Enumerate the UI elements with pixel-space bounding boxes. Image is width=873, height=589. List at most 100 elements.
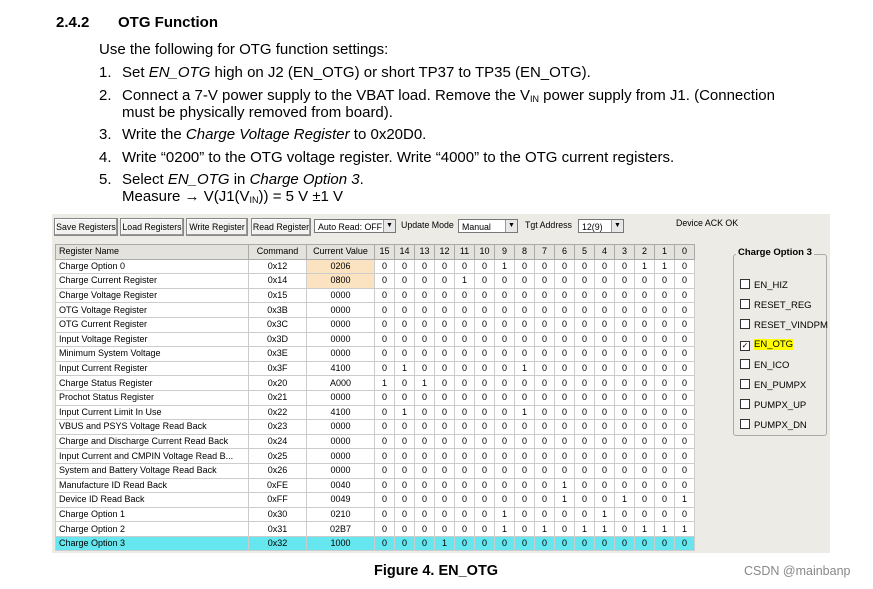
bit-cell[interactable]: 0 xyxy=(454,419,475,435)
bit-cell[interactable]: 0 xyxy=(454,360,475,377)
bit-cell[interactable]: 0 xyxy=(614,535,635,552)
bit-cell[interactable]: 0 xyxy=(554,419,575,435)
bit-cell[interactable]: 0 xyxy=(674,433,695,450)
bit-cell[interactable]: 0 xyxy=(494,419,515,435)
command-cell[interactable]: 0x3F xyxy=(248,360,307,377)
bit-cell[interactable]: 1 xyxy=(374,375,395,391)
current-value-cell[interactable]: 0000 xyxy=(306,316,375,333)
register-name-cell[interactable]: Charge Option 1 xyxy=(55,506,249,523)
bit-cell[interactable]: 0 xyxy=(374,346,395,362)
current-value-cell[interactable]: 0210 xyxy=(306,506,375,523)
bit-cell[interactable]: 1 xyxy=(394,360,415,377)
bit-cell[interactable]: 0 xyxy=(614,389,635,406)
bit-cell[interactable]: 0 xyxy=(374,535,395,552)
bit-cell[interactable]: 0 xyxy=(534,404,555,421)
command-cell[interactable]: 0x25 xyxy=(248,448,307,464)
command-cell[interactable]: 0x24 xyxy=(248,433,307,450)
bit-cell[interactable]: 0 xyxy=(594,419,615,435)
current-value-cell[interactable]: 0000 xyxy=(306,302,375,318)
bit-cell[interactable]: 0 xyxy=(614,521,635,537)
bit-cell[interactable]: 0 xyxy=(554,404,575,421)
bit-cell[interactable]: 0 xyxy=(374,521,395,537)
bit-cell[interactable]: 0 xyxy=(374,302,395,318)
bit-cell[interactable]: 1 xyxy=(434,535,455,552)
command-cell[interactable]: 0xFE xyxy=(248,477,307,494)
col-bit-12[interactable]: 12 xyxy=(434,244,455,260)
bit-cell[interactable]: 0 xyxy=(574,331,595,348)
bit-cell[interactable]: 0 xyxy=(454,389,475,406)
bit-cell[interactable]: 0 xyxy=(654,462,675,479)
bit-cell[interactable]: 0 xyxy=(674,360,695,377)
checkbox-icon[interactable] xyxy=(740,319,750,329)
bit-cell[interactable]: 0 xyxy=(674,273,695,289)
command-cell[interactable]: 0x31 xyxy=(248,521,307,537)
bit-cell[interactable]: 0 xyxy=(414,258,435,275)
command-cell[interactable]: 0x15 xyxy=(248,287,307,304)
bit-cell[interactable]: 0 xyxy=(394,375,415,391)
bit-cell[interactable]: 0 xyxy=(614,419,635,435)
bit-cell[interactable]: 0 xyxy=(634,375,655,391)
bit-cell[interactable]: 0 xyxy=(414,404,435,421)
bit-cell[interactable]: 0 xyxy=(674,404,695,421)
bit-cell[interactable]: 0 xyxy=(594,535,615,552)
bit-cell[interactable]: 0 xyxy=(674,287,695,304)
bit-cell[interactable]: 0 xyxy=(554,375,575,391)
bit-cell[interactable]: 1 xyxy=(554,477,575,494)
table-row[interactable]: Device ID Read Back 0xFF 0049 0 0 0 0 0 0 0 0 0 1 0 0 1… xyxy=(55,492,695,508)
table-row[interactable]: Charge Voltage Register 0x15 0000 0 0 0 0 0 0 0 0 0… xyxy=(55,287,695,304)
bit-cell[interactable]: 0 xyxy=(634,404,655,421)
command-cell[interactable]: 0x3C xyxy=(248,316,307,333)
bit-cell[interactable]: 0 xyxy=(554,462,575,479)
bit-cell[interactable]: 0 xyxy=(614,273,635,289)
bit-cell[interactable]: 0 xyxy=(574,346,595,362)
bit-cell[interactable]: 0 xyxy=(574,492,595,508)
bit-cell[interactable]: 0 xyxy=(414,316,435,333)
bit-cell[interactable]: 0 xyxy=(434,506,455,523)
bit-cell[interactable]: 0 xyxy=(654,535,675,552)
bit-cell[interactable]: 0 xyxy=(634,506,655,523)
bit-cell[interactable]: 0 xyxy=(394,521,415,537)
bit-cell[interactable]: 1 xyxy=(634,521,655,537)
current-value-cell[interactable]: 0000 xyxy=(306,389,375,406)
bit-cell[interactable]: 0 xyxy=(574,419,595,435)
bit-cell[interactable]: 0 xyxy=(434,521,455,537)
bit-cell[interactable]: 0 xyxy=(634,287,655,304)
bit-cell[interactable]: 0 xyxy=(654,419,675,435)
current-value-cell[interactable]: 0206 xyxy=(306,258,375,275)
bit-cell[interactable]: 0 xyxy=(674,535,695,552)
bit-cell[interactable]: 1 xyxy=(454,273,475,289)
table-row[interactable]: Charge Current Register 0x14 0800 0 0 0 0 1 0 0 0 0… xyxy=(55,273,695,289)
bit-cell[interactable]: 0 xyxy=(394,462,415,479)
bit-cell[interactable]: 0 xyxy=(374,331,395,348)
bit-cell[interactable]: 0 xyxy=(434,375,455,391)
bit-cell[interactable]: 0 xyxy=(594,404,615,421)
table-row[interactable]: Charge Option 3 0x32 1000 0 0 0 1 0 0 0 0 0 0 0 0 0 0 0 0 xyxy=(55,535,695,552)
bit-cell[interactable]: 1 xyxy=(494,258,515,275)
bit-cell[interactable]: 0 xyxy=(434,492,455,508)
bit-cell[interactable]: 0 xyxy=(454,331,475,348)
bit-cell[interactable]: 0 xyxy=(474,375,495,391)
bit-cell[interactable]: 0 xyxy=(634,462,655,479)
bit-cell[interactable]: 0 xyxy=(614,506,635,523)
write-register-button[interactable]: Write Register xyxy=(186,218,248,236)
bit-cell[interactable]: 0 xyxy=(494,331,515,348)
bit-cell[interactable]: 0 xyxy=(494,389,515,406)
bit-cell[interactable]: 0 xyxy=(414,389,435,406)
bit-cell[interactable]: 0 xyxy=(534,287,555,304)
command-cell[interactable]: 0xFF xyxy=(248,492,307,508)
register-name-cell[interactable]: Charge Status Register xyxy=(55,375,249,391)
bit-cell[interactable]: 0 xyxy=(534,346,555,362)
current-value-cell[interactable]: 0040 xyxy=(306,477,375,494)
bit-cell[interactable]: 0 xyxy=(514,492,535,508)
register-name-cell[interactable]: Charge Option 3 xyxy=(55,535,249,552)
bit-cell[interactable]: 0 xyxy=(514,433,535,450)
bit-cell[interactable]: 0 xyxy=(414,331,435,348)
checkbox-pumpx-dn[interactable]: PUMPX_DN xyxy=(740,419,807,432)
checkbox-en-ico[interactable]: EN_ICO xyxy=(740,359,789,372)
bit-cell[interactable]: 0 xyxy=(614,316,635,333)
checkbox-icon[interactable] xyxy=(740,279,750,289)
register-name-cell[interactable]: Input Current and CMPIN Voltage Read B..… xyxy=(55,448,249,464)
table-row[interactable]: OTG Current Register 0x3C 0000 0 0 0 0 0 0 0 0 0 0 0 0… xyxy=(55,316,695,333)
bit-cell[interactable]: 0 xyxy=(514,535,535,552)
checkbox-reset-vindpm[interactable]: RESET_VINDPM xyxy=(740,319,828,332)
